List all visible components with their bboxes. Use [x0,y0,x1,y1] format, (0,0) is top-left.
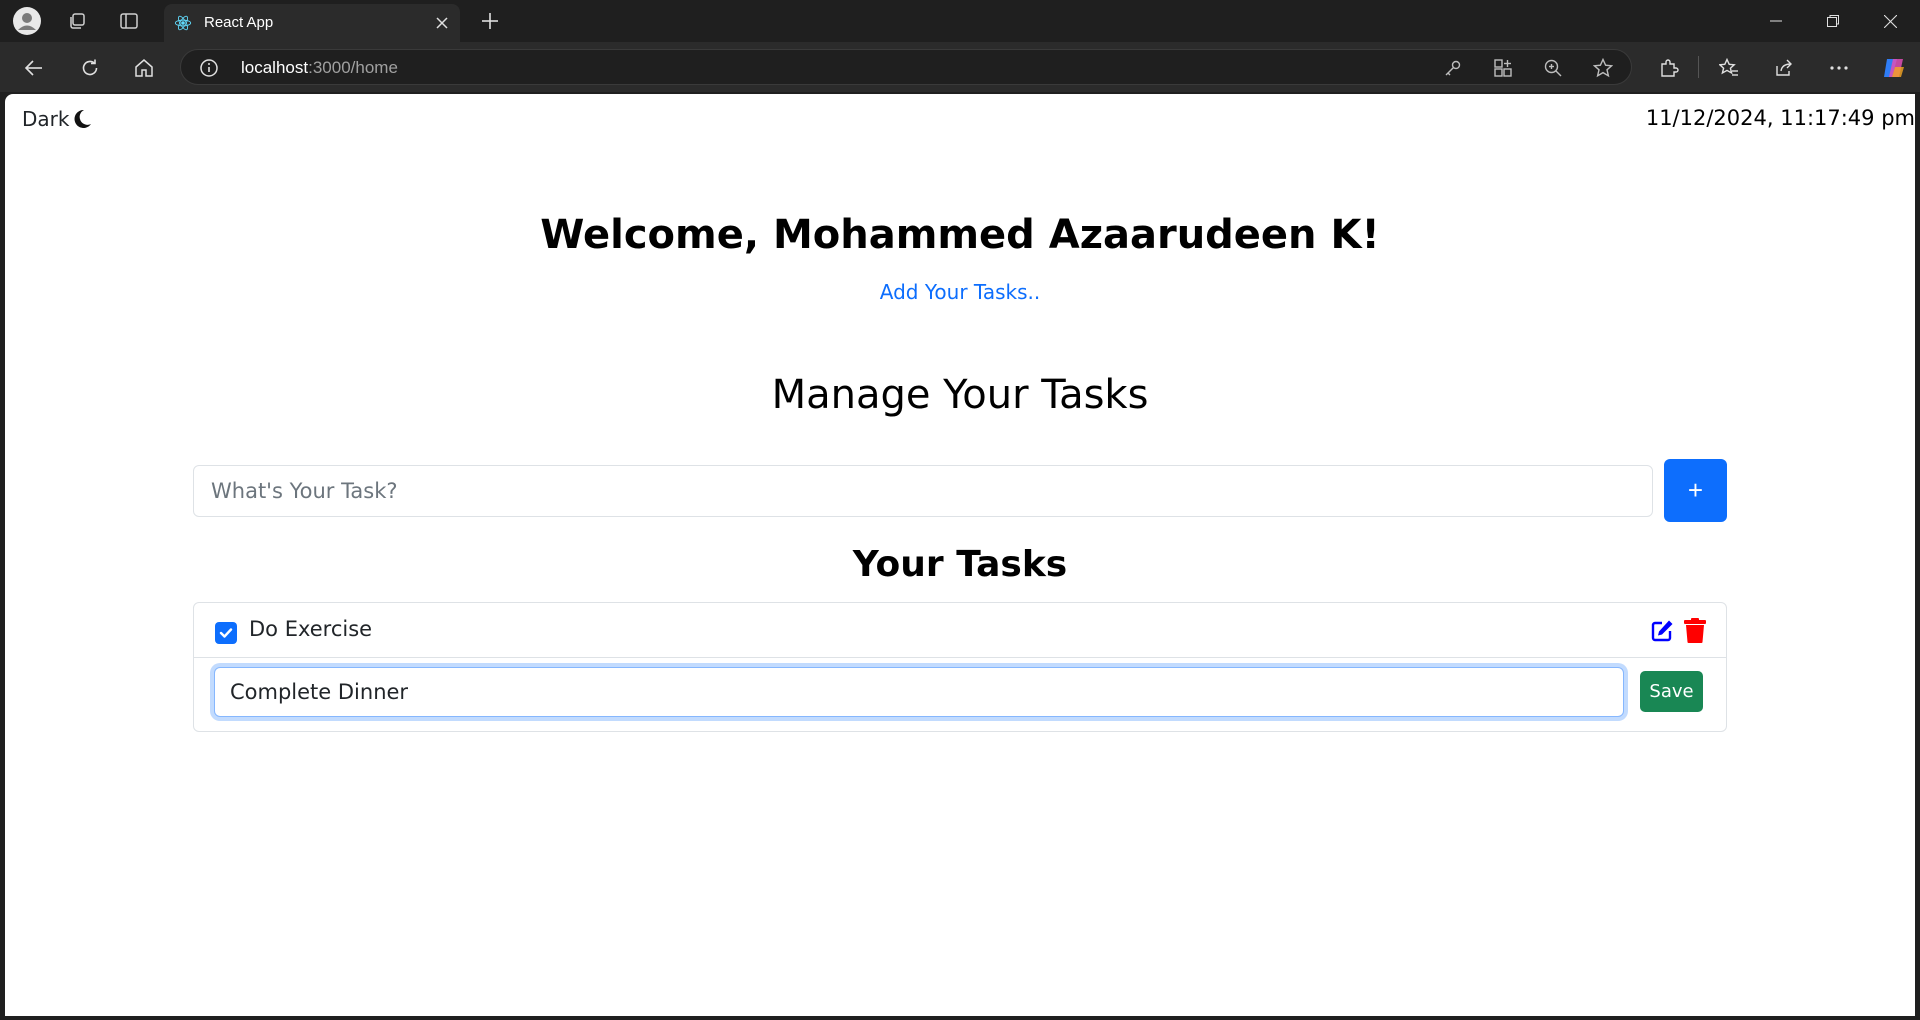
react-favicon-icon [174,15,192,31]
list-item: Do Exercise [194,603,1726,658]
address-bar[interactable]: localhost:3000/home [180,49,1632,85]
favorites-icon[interactable] [1713,52,1745,84]
back-icon[interactable] [18,52,50,84]
page-viewport: Dark 11/12/2024, 11:17:49 pm Welcome, Mo… [5,94,1915,1016]
task-text: Do Exercise [249,617,373,641]
add-task-button[interactable]: + [1664,459,1727,522]
task-done-checkbox[interactable] [215,622,237,644]
tab-title: React App [204,14,274,31]
share-icon[interactable] [1768,52,1800,84]
close-window-icon[interactable] [1862,0,1918,42]
close-tab-icon[interactable] [432,13,452,33]
browser-tab-bar: React App [0,0,1920,42]
trash-icon[interactable] [1684,618,1706,643]
minimize-icon[interactable] [1748,0,1804,42]
save-button[interactable]: Save [1640,671,1703,712]
check-icon [219,628,233,638]
restore-icon[interactable] [1805,0,1861,42]
tab-actions-icon[interactable] [114,6,144,36]
favorite-star-icon[interactable] [1592,57,1614,79]
moon-icon [74,109,92,128]
home-icon[interactable] [128,52,160,84]
active-tab[interactable]: React App [164,4,460,42]
add-tasks-link[interactable]: Add Your Tasks.. [5,280,1915,304]
manage-tasks-heading: Manage Your Tasks [771,372,1149,418]
welcome-heading: Welcome, Mohammed Azaarudeen K! [540,212,1380,258]
edit-icon[interactable] [1650,619,1674,643]
apps-icon[interactable] [1492,57,1514,79]
theme-toggle[interactable]: Dark [22,107,93,131]
edit-task-input[interactable] [214,667,1624,717]
extensions-icon[interactable] [1653,52,1685,84]
task-list: Do Exercise Save [193,602,1727,732]
edit-task-row: Save [194,658,1726,732]
profile-icon[interactable] [12,6,42,36]
key-icon[interactable] [1442,57,1464,79]
site-info-icon[interactable] [199,58,219,78]
workspaces-icon[interactable] [62,6,92,36]
theme-toggle-label: Dark [22,107,70,131]
toolbar-separator [1698,56,1699,78]
more-options-icon[interactable] [1823,52,1855,84]
browser-toolbar: localhost:3000/home [0,42,1920,92]
copilot-icon[interactable] [1878,52,1910,84]
new-tab-icon[interactable] [475,6,505,36]
refresh-icon[interactable] [74,52,106,84]
your-tasks-heading: Your Tasks [852,544,1068,585]
url-text: localhost:3000/home [241,58,398,77]
datetime-display: 11/12/2024, 11:17:49 pm [1645,106,1915,130]
zoom-icon[interactable] [1542,57,1564,79]
new-task-input[interactable] [193,465,1653,517]
